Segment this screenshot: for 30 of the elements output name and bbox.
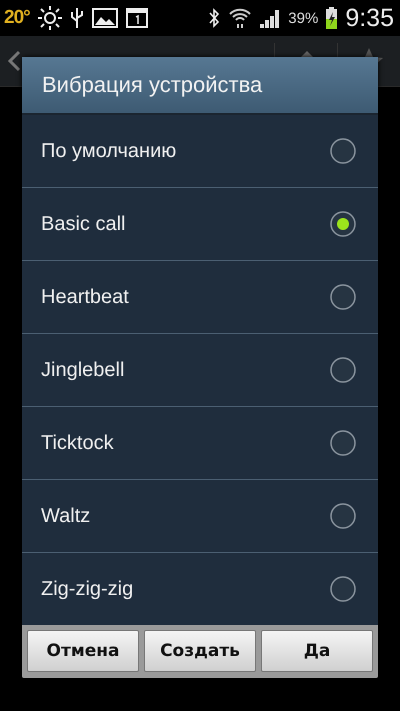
vibration-option[interactable]: Ticktock — [22, 406, 378, 479]
vibration-option[interactable]: По умолчанию — [22, 115, 378, 187]
vibration-option[interactable]: Zig-zig-zig — [22, 552, 378, 625]
sun-icon — [38, 6, 62, 30]
dialog-button[interactable]: Да — [261, 630, 373, 672]
usb-icon — [70, 6, 84, 30]
vibration-option[interactable]: Basic call — [22, 187, 378, 260]
vibration-option[interactable]: Waltz — [22, 479, 378, 552]
dialog-title: Вибрация устройства — [22, 57, 378, 115]
battery-percent: 39% — [288, 10, 318, 26]
back-icon[interactable] — [8, 50, 20, 72]
radio-button[interactable] — [330, 576, 356, 602]
radio-button[interactable] — [330, 430, 356, 456]
radio-button[interactable] — [330, 357, 356, 383]
image-icon — [92, 8, 118, 28]
calendar-icon — [126, 8, 148, 28]
radio-button[interactable] — [330, 211, 356, 237]
wifi-icon — [228, 7, 252, 29]
dialog-button[interactable]: Отмена — [27, 630, 139, 672]
radio-button[interactable] — [330, 503, 356, 529]
bluetooth-icon — [208, 8, 220, 28]
temperature-text: 20° — [4, 7, 30, 29]
signal-icon — [260, 8, 280, 28]
radio-button[interactable] — [330, 284, 356, 310]
vibration-option[interactable]: Heartbeat — [22, 260, 378, 333]
battery-icon — [326, 7, 338, 29]
vibration-option[interactable]: Jinglebell — [22, 333, 378, 406]
clock-time: 9:35 — [345, 4, 394, 32]
radio-button[interactable] — [330, 138, 356, 164]
dialog-button[interactable]: Создать — [144, 630, 256, 672]
